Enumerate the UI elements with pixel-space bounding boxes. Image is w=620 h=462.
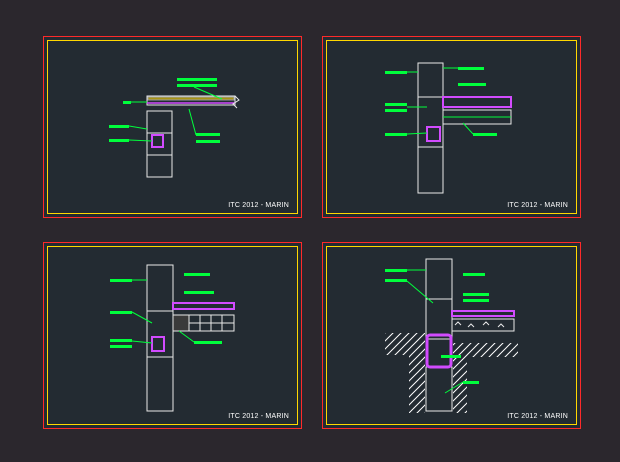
detail-3-drawing xyxy=(110,264,235,412)
ground-slab xyxy=(451,310,515,332)
title-stamp-4: ITC 2012 - MARIN xyxy=(507,413,568,420)
tie-beam-outline xyxy=(151,134,164,148)
title-stamp-1: ITC 2012 - MARIN xyxy=(228,202,289,209)
detail-1-drawing xyxy=(109,78,240,178)
annotation-leaders xyxy=(385,67,497,136)
detail-sheet-3[interactable]: ITC 2012 - MARIN xyxy=(43,242,302,429)
cad-model-space[interactable]: ITC 2012 - MARIN ITC 2012 - MARIN ITC 20… xyxy=(0,0,620,462)
title-stamp-2: ITC 2012 - MARIN xyxy=(507,202,568,209)
title-stamp-3: ITC 2012 - MARIN xyxy=(228,413,289,420)
footing-beam xyxy=(425,333,453,369)
detail-sheet-4[interactable]: ITC 2012 - MARIN xyxy=(322,242,581,429)
detail-sheet-2[interactable]: ITC 2012 - MARIN xyxy=(322,36,581,218)
wall-section xyxy=(146,110,173,178)
detail-sheet-1[interactable]: ITC 2012 - MARIN xyxy=(43,36,302,218)
slab-section xyxy=(442,96,512,125)
beam-outline xyxy=(151,336,165,352)
hollow-block-slab xyxy=(172,302,235,332)
detail-4-drawing xyxy=(385,258,518,413)
slab-section xyxy=(146,95,240,109)
beam-outline xyxy=(426,126,441,142)
detail-2-drawing xyxy=(385,62,512,194)
